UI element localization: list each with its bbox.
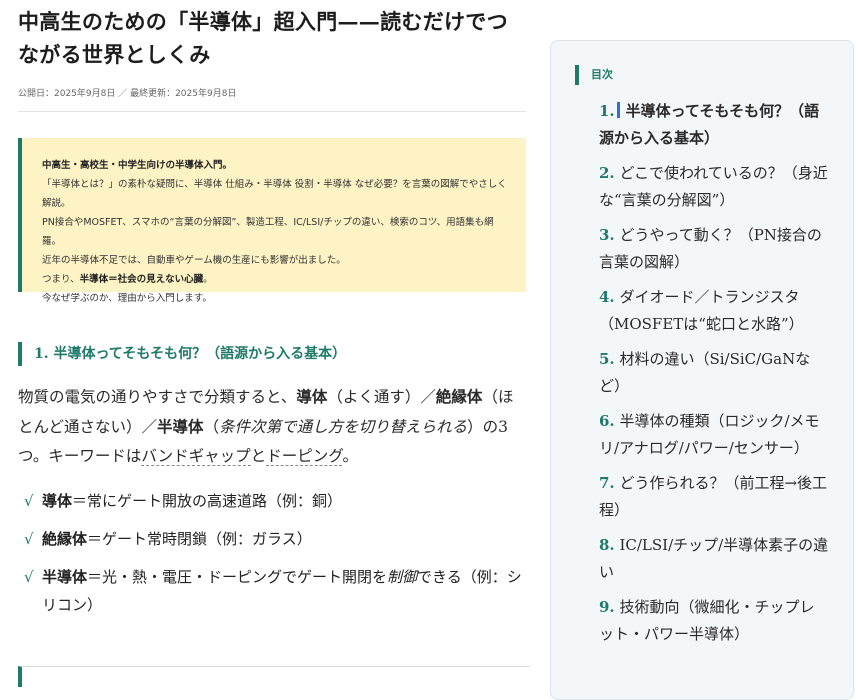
list-item: √ 導体＝常にゲート開放の高速道路（例：銅） bbox=[18, 487, 526, 515]
page-title: 中高生のための「半導体」超入門——読むだけでつながる世界としくみ bbox=[18, 9, 508, 67]
list-item: √ 絶縁体＝ゲート常時閉鎖（例：ガラス） bbox=[18, 525, 526, 553]
table-of-contents: 目次 1. 半導体ってそもそも何？（語源から入る基本） 2. どこで使われているの… bbox=[550, 40, 854, 700]
toc-item-7[interactable]: 7. どう作られる？（前工程→後工程） bbox=[599, 470, 829, 524]
intro-line: つまり、半導体＝社会の見えない心臓。 bbox=[42, 274, 213, 285]
toc-list: 1. 半導体ってそもそも何？（語源から入る基本） 2. どこで使われているの？（身… bbox=[599, 98, 829, 656]
toc-item-5[interactable]: 5. 材料の違い（Si/SiC/GaNなど） bbox=[599, 346, 829, 400]
toc-item-8[interactable]: 8. IC/LSI/チップ/半導体素子の違い bbox=[599, 532, 829, 586]
toc-item-3[interactable]: 3. どうやって動く？（PN接合の言葉の図解） bbox=[599, 222, 829, 276]
publish-meta: 公開日：2025年9月8日 ／ 最終更新：2025年9月8日 bbox=[18, 86, 526, 112]
section-paragraph: 物質の電気の通りやすさで分類すると、導体（よく通す）／絶縁体（ほとんど通さない）… bbox=[18, 387, 514, 466]
toc-item-9[interactable]: 9. 技術動向（微細化・チップレット・パワー半導体） bbox=[599, 594, 829, 648]
toc-item-4[interactable]: 4. ダイオード／トランジスタ（MOSFETは“蛇口と水路”） bbox=[599, 284, 829, 338]
intro-box: 中高生・高校生・中学生向けの半導体入門。 「半導体とは？」の素朴な疑問に、半導体… bbox=[18, 138, 526, 304]
checklist: √ 導体＝常にゲート開放の高速道路（例：銅） √ 絶縁体＝ゲート常時閉鎖（例：ガラス… bbox=[18, 487, 526, 619]
intro-line: 今なぜ学ぶのか、理由から入門します。 bbox=[42, 293, 212, 304]
next-box-edge bbox=[18, 666, 530, 687]
check-icon: √ bbox=[24, 491, 34, 510]
toc-item-2[interactable]: 2. どこで使われているの？（身近な“言葉の分解図”） bbox=[599, 160, 829, 214]
check-icon: √ bbox=[24, 529, 34, 548]
check-icon: √ bbox=[24, 567, 34, 586]
intro-line: 中高生・高校生・中学生向けの半導体入門。 bbox=[42, 160, 233, 171]
article: 中高生のための「半導体」超入門——読むだけでつながる世界としくみ 公開日：202… bbox=[18, 0, 526, 629]
toc-item-1[interactable]: 1. 半導体ってそもそも何？（語源から入る基本） bbox=[599, 98, 829, 152]
section-heading: 1. 半導体ってそもそも何？（語源から入る基本） bbox=[18, 342, 526, 366]
intro-line: PN接合やMOSFET、スマホの“言葉の分解図”、製造工程、IC/LSI/チップ… bbox=[42, 217, 494, 247]
toc-title: 目次 bbox=[575, 65, 613, 85]
toc-item-6[interactable]: 6. 半導体の種類（ロジック/メモリ/アナログ/パワー/センサー） bbox=[599, 408, 829, 462]
term-link[interactable]: ドーピング bbox=[266, 447, 343, 466]
list-item: √ 半導体＝光・熱・電圧・ドーピングでゲート開閉を制御できる（例：シリコン） bbox=[18, 563, 526, 619]
intro-line: 近年の半導体不足では、自動車やゲーム機の生産にも影響が出ました。 bbox=[42, 255, 346, 266]
term-link[interactable]: バンドギャップ bbox=[141, 447, 251, 466]
active-marker bbox=[616, 102, 620, 118]
intro-line: 「半導体とは？」の素朴な疑問に、半導体 仕組み・半導体 役割・半導体 なぜ必要？… bbox=[42, 179, 507, 209]
